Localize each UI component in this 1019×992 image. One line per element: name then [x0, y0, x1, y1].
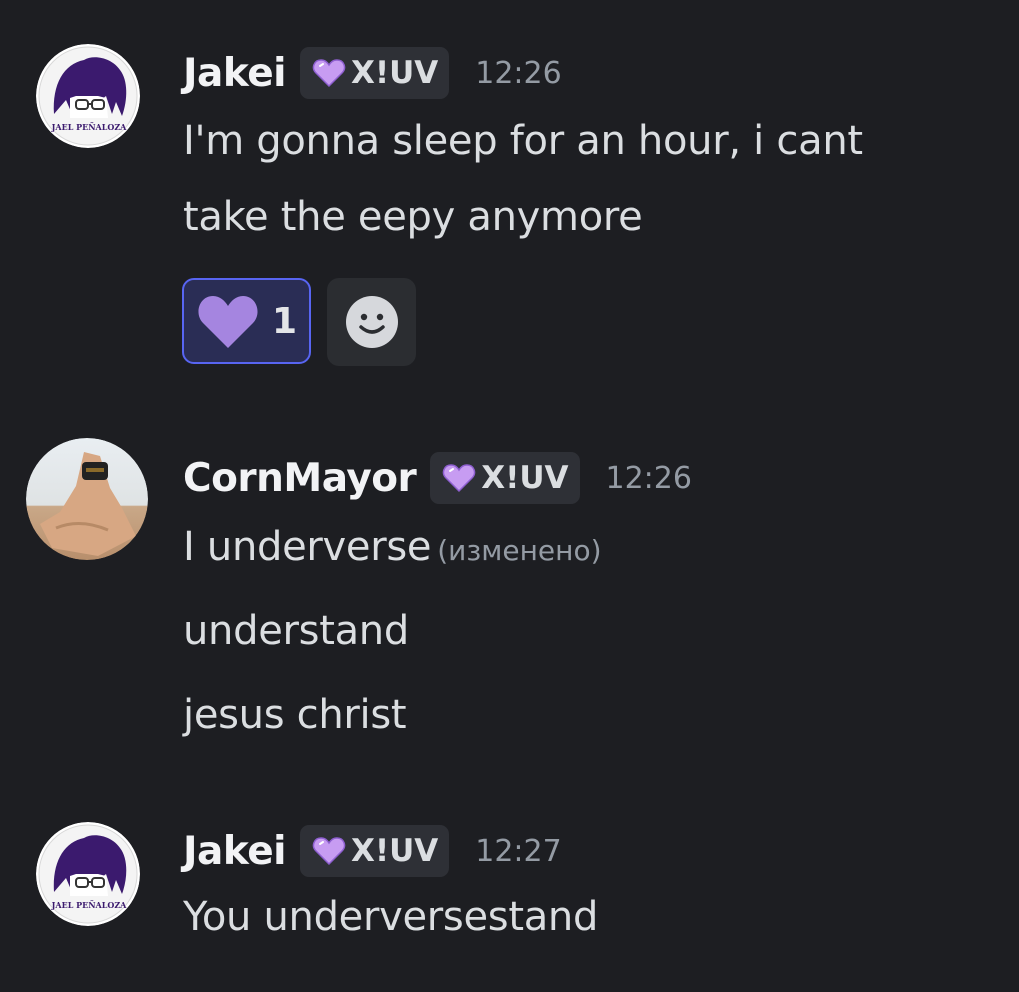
chat-log: JAEL PEÑALOZA Jakei X!UV 12:26 I'm gonna…: [0, 0, 1019, 992]
username[interactable]: Jakei: [183, 829, 287, 874]
server-tag[interactable]: X!UV: [300, 825, 450, 877]
message-text: You underversestand: [183, 894, 599, 940]
avatar[interactable]: JAEL PEÑALOZA: [36, 822, 140, 926]
avatar-caption: JAEL PEÑALOZA: [51, 900, 127, 910]
message-group-jakei-2: JAEL PEÑALOZA Jakei X!UV 12:27 You under…: [0, 0, 1019, 992]
message-header: Jakei X!UV 12:27: [183, 824, 562, 878]
timestamp[interactable]: 12:27: [475, 834, 561, 869]
heart-icon: [312, 837, 346, 866]
tag-label: X!UV: [351, 833, 439, 869]
